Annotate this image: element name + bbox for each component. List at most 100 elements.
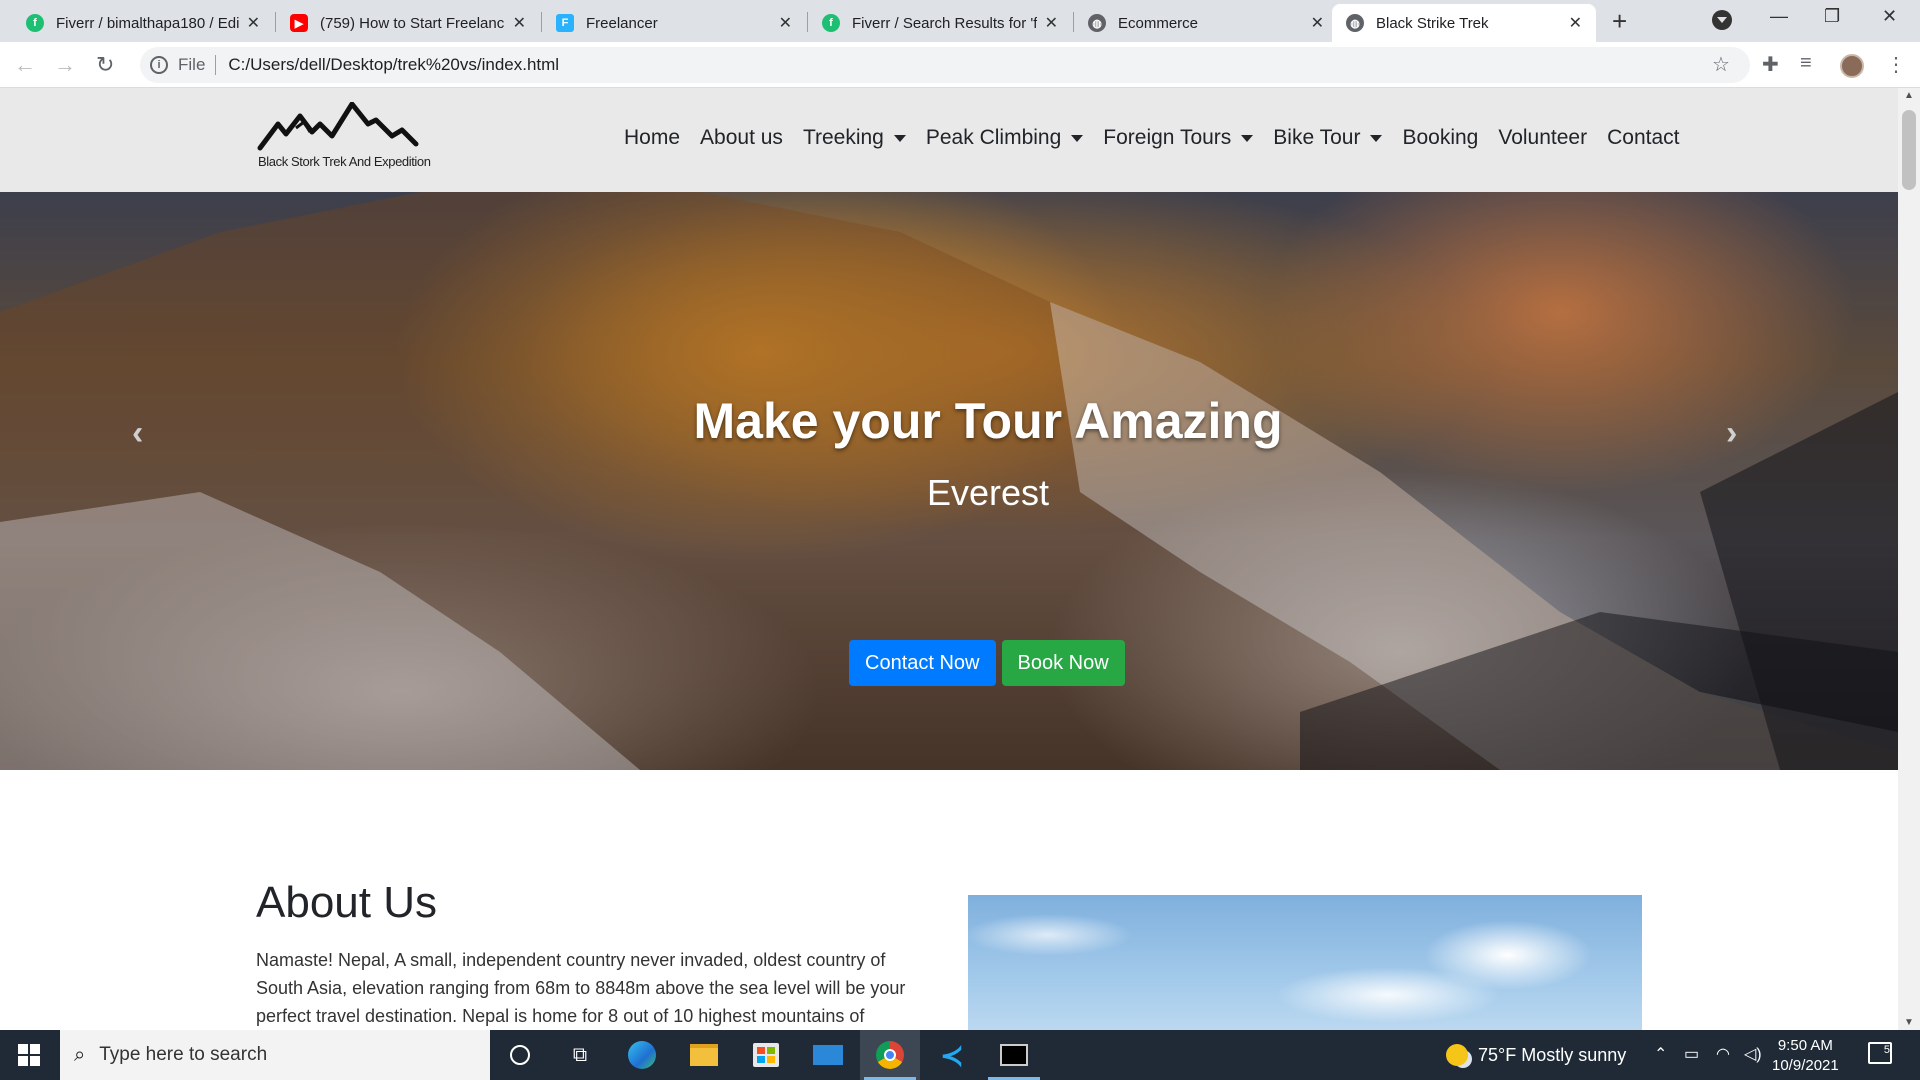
nav-label: Treeking [802,126,884,149]
clock-date: 10/9/2021 [1772,1057,1839,1074]
tab-title: Black Strike Trek [1376,14,1489,32]
nav-label: About us [700,126,783,149]
terminal-icon[interactable] [984,1030,1044,1080]
window-close-icon[interactable]: ✕ [1882,6,1897,27]
tab-title: Ecommerce [1118,14,1199,32]
address-bar[interactable]: i File C:/Users/dell/Desktop/trek%20vs/i… [140,47,1750,83]
notification-count: 5 [1883,1044,1890,1056]
logo-text: Black Stork Trek And Expedition [258,154,431,169]
nav-label: Peak Climbing [925,126,1062,149]
nav-label: Volunteer [1498,126,1588,149]
reading-list-icon[interactable]: ≡ [1800,52,1812,75]
url-text[interactable]: C:/Users/dell/Desktop/trek%20vs/index.ht… [228,55,559,75]
nav-label: Foreign Tours [1103,126,1232,149]
fiverr-icon: f [822,14,840,32]
edge-icon[interactable] [612,1030,672,1080]
about-text: Namaste! Nepal, A small, independent cou… [256,950,906,1026]
nav-bike-tour-dropdown[interactable]: Bike Tour [1263,118,1392,158]
profile-avatar[interactable] [1840,54,1864,78]
browser-tab-strip: f Fiverr / bimalthapa180 / Edi ✕ ▶ (759)… [0,0,1920,42]
browser-tab[interactable]: ▶ (759) How to Start Freelanci ✕ [276,4,540,42]
nav-contact[interactable]: Contact [1597,118,1689,158]
bookmark-star-icon[interactable]: ☆ [1712,52,1730,77]
battery-icon[interactable]: ▭ [1684,1044,1699,1064]
tab-title: Fiverr / Search Results for 'f [852,14,1037,32]
show-hidden-icons-icon[interactable]: ⌃ [1654,1044,1667,1064]
menu-dots-icon[interactable]: ⋮ [1886,52,1906,77]
browser-tab-active[interactable]: ◍ Black Strike Trek ✕ [1332,4,1596,42]
chrome-icon[interactable] [860,1030,920,1080]
new-tab-icon[interactable]: + [1612,6,1627,37]
page-scrollbar[interactable]: ▲ ▼ [1898,88,1920,1030]
windows-start-icon[interactable] [18,1044,40,1066]
page-viewport: Black Stork Trek And Expedition Home Abo… [0,88,1898,1030]
info-icon[interactable]: i [150,56,168,74]
browser-tab[interactable]: ◍ Ecommerce ✕ [1074,4,1338,42]
wifi-icon[interactable]: ◠ [1716,1044,1730,1064]
hero-subtitle: Everest [926,472,1050,513]
nav-about-us[interactable]: About us [690,118,793,158]
forward-icon[interactable]: → [54,52,76,78]
tab-title: Freelancer [586,14,658,32]
volume-icon[interactable]: ◁) [1744,1044,1762,1064]
scrollbar-thumb[interactable] [1902,110,1916,190]
tab-title: Fiverr / bimalthapa180 / Edi [56,14,239,32]
partly-sunny-icon [1446,1044,1468,1066]
tab-title: (759) How to Start Freelanci [320,14,505,32]
scheme-label: File [178,55,206,74]
caret-down-icon [893,134,906,142]
nav-label: Home [624,126,681,149]
system-clock[interactable]: 9:50 AM 10/9/2021 [1772,1036,1839,1076]
restore-icon[interactable]: ❐ [1824,6,1840,27]
nav-foreign-tours-dropdown[interactable]: Foreign Tours [1093,118,1263,158]
about-heading: About Us [256,878,437,927]
nav-home[interactable]: Home [614,118,690,158]
close-icon[interactable]: ✕ [1569,13,1582,33]
close-icon[interactable]: ✕ [1045,13,1058,33]
site-logo[interactable]: Black Stork Trek And Expedition [256,101,431,178]
store-icon[interactable] [736,1030,796,1080]
minimize-icon[interactable]: — [1770,6,1788,27]
scroll-down-icon[interactable]: ▼ [1904,1017,1914,1028]
cortana-icon[interactable] [490,1030,550,1080]
youtube-icon: ▶ [290,14,308,32]
weather-text: 75°F Mostly sunny [1478,1044,1627,1065]
browser-tab[interactable]: f Fiverr / Search Results for 'f ✕ [808,4,1072,42]
nav-peak-climbing-dropdown[interactable]: Peak Climbing [916,118,1093,158]
windows-taskbar: ⌕ Type here to search ⧉ ≺ 75°F Mostly su… [0,1030,1920,1080]
caret-down-icon [1370,134,1383,142]
close-icon[interactable]: ✕ [1311,13,1324,33]
clock-time: 9:50 AM [1777,1037,1833,1054]
about-image [968,895,1642,1030]
browser-tab[interactable]: f Fiverr / bimalthapa180 / Edi ✕ [12,4,274,42]
reload-icon[interactable]: ↻ [96,52,114,78]
book-now-button[interactable]: Book Now [1001,640,1125,686]
contact-now-button[interactable]: Contact Now [849,640,996,686]
vscode-icon[interactable]: ≺ [922,1030,982,1080]
nav-trekking-dropdown[interactable]: Treeking [793,118,916,158]
about-section: About Us Namaste! Nepal, A small, indepe… [256,878,936,1030]
hero-carousel: ‹ › Make your Tour Amazing Everest Conta… [0,192,1898,770]
file-explorer-icon[interactable] [674,1030,734,1080]
site-navbar: Black Stork Trek And Expedition Home Abo… [0,88,1898,192]
taskbar-search[interactable]: ⌕ Type here to search [60,1030,490,1080]
extensions-icon[interactable]: ✚ [1762,52,1779,77]
mail-icon[interactable] [798,1030,858,1080]
weather-widget[interactable]: 75°F Mostly sunny [1446,1044,1626,1066]
notification-center-icon[interactable]: 5 [1868,1042,1892,1064]
search-icon: ⌕ [74,1043,86,1066]
browser-toolbar: ← → ↻ i File C:/Users/dell/Desktop/trek%… [0,42,1920,88]
nav-volunteer[interactable]: Volunteer [1488,118,1597,158]
close-icon[interactable]: ✕ [779,13,792,33]
back-icon[interactable]: ← [14,52,36,78]
freelancer-icon: F [556,14,574,32]
task-view-icon[interactable]: ⧉ [550,1030,610,1080]
caret-down-icon [1241,134,1254,142]
omnibox-divider [215,55,217,75]
scroll-up-icon[interactable]: ▲ [1904,90,1914,101]
tab-search-icon[interactable] [1712,10,1732,30]
close-icon[interactable]: ✕ [247,13,260,33]
browser-tab[interactable]: F Freelancer ✕ [542,4,806,42]
nav-booking[interactable]: Booking [1392,118,1488,158]
close-icon[interactable]: ✕ [513,13,526,33]
